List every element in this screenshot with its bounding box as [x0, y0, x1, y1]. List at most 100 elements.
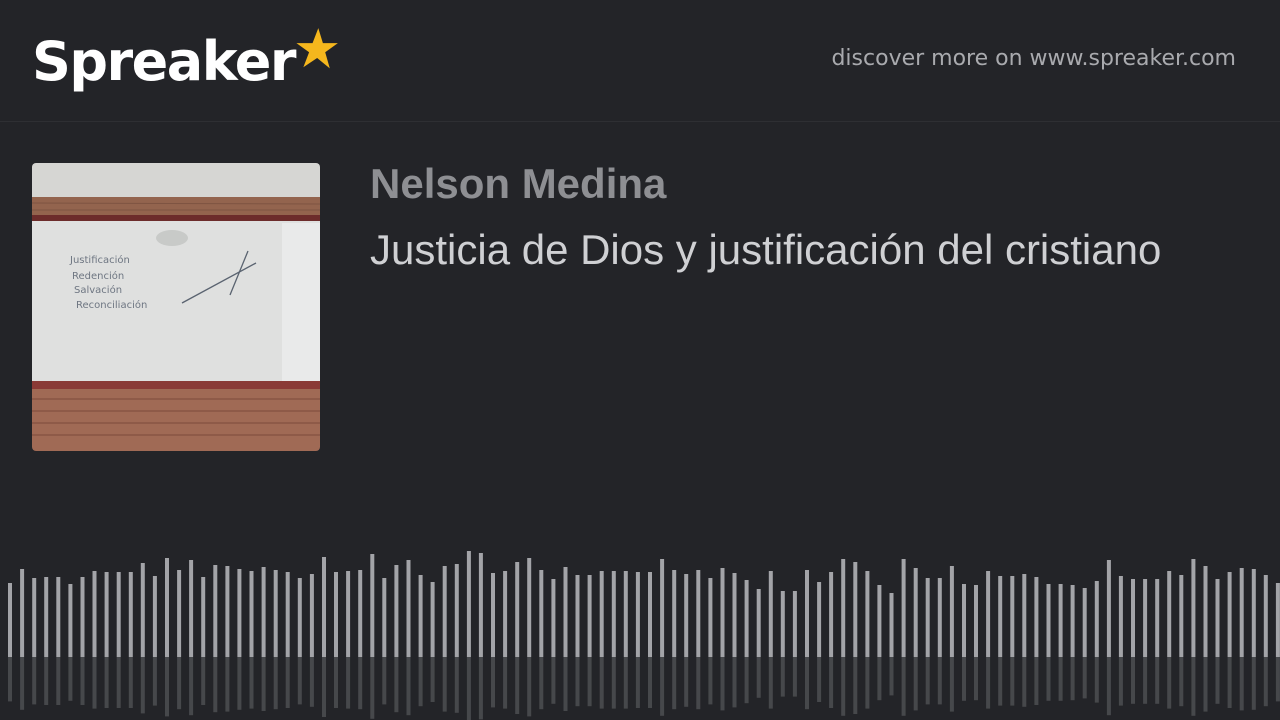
waveform-bar: [370, 554, 375, 657]
waveform-bar-reflection: [962, 657, 966, 701]
waveform-bar-reflection: [382, 657, 387, 705]
waveform-bar-reflection: [998, 657, 1003, 706]
waveform-bar: [768, 571, 773, 657]
waveform-bar-reflection: [56, 657, 61, 705]
waveform-bar: [937, 578, 942, 657]
waveform-bar: [80, 577, 85, 657]
waveform-bar: [454, 564, 459, 657]
waveform-bar-reflection: [297, 657, 302, 705]
waveform-bar-reflection: [829, 657, 834, 708]
waveform-bar-reflection: [756, 657, 761, 698]
waveform-bar: [1239, 568, 1244, 657]
waveform-bar: [418, 575, 423, 657]
waveform-bar: [901, 559, 906, 657]
waveform-bar: [817, 582, 822, 657]
logo-wordmark: Spreaker: [32, 30, 296, 93]
waveform-bar: [744, 580, 749, 657]
spreaker-logo[interactable]: Spreaker: [32, 22, 339, 102]
waveform-bar-reflection: [1215, 657, 1220, 704]
waveform-bar-reflection: [648, 657, 652, 708]
waveform-bar: [635, 572, 640, 657]
waveform-bar-reflection: [913, 657, 918, 711]
waveform-bar: [346, 571, 351, 657]
waveform-bar: [406, 560, 411, 657]
waveform-bar-reflection: [720, 657, 725, 711]
waveform-bar-reflection: [177, 657, 182, 710]
waveform-bar-reflection: [949, 657, 954, 712]
waveform-bar: [1106, 560, 1111, 657]
waveform-bar-reflection: [599, 657, 604, 709]
waveform-bar-reflection: [1022, 657, 1027, 707]
waveform-bar: [841, 559, 846, 657]
waveform-bar: [756, 589, 761, 657]
waveform-bar-reflection: [684, 657, 689, 707]
discover-more-link[interactable]: discover more on www.spreaker.com: [831, 46, 1236, 71]
waveform-bar-reflection: [877, 657, 882, 701]
waveform-bar: [394, 565, 399, 657]
waveform-bar-reflection: [454, 657, 459, 713]
waveform-bar-reflection: [466, 657, 471, 720]
waveform-bar: [720, 568, 725, 657]
waveform-bar-reflection: [261, 657, 266, 711]
waveform-bar: [213, 565, 218, 657]
waveform-bar-reflection: [128, 657, 133, 708]
waveform-bar-reflection: [309, 657, 314, 707]
waveform-bar-reflection: [44, 657, 49, 705]
waveform-bar: [599, 571, 604, 657]
waveform-bar-reflection: [418, 657, 423, 707]
episode-title[interactable]: Justicia de Dios y justificación del cri…: [370, 220, 1190, 279]
audio-waveform[interactable]: [0, 500, 1280, 720]
waveform-bar: [925, 578, 930, 657]
waveform-bar-reflection: [116, 657, 121, 708]
waveform-bar: [1022, 574, 1027, 657]
waveform-bar-reflection: [273, 657, 278, 710]
waveform-bar: [466, 551, 471, 657]
waveform-bar-reflection: [1143, 657, 1148, 704]
waveform-bar-reflection: [1263, 657, 1268, 707]
waveform-bar-reflection: [611, 657, 616, 709]
waveform-bar-reflection: [937, 657, 942, 705]
waveform-bar-reflection: [1094, 657, 1099, 703]
waveform-bar-reflection: [660, 657, 665, 716]
waveform-bar: [853, 562, 858, 657]
waveform-bar: [913, 568, 918, 657]
waveform-bar: [1251, 569, 1256, 657]
waveform-bar-reflection: [780, 657, 785, 697]
waveform-bar-reflection: [478, 657, 483, 720]
waveform-bar-reflection: [165, 657, 169, 717]
waveform-bar: [527, 558, 532, 657]
episode-author[interactable]: Nelson Medina: [370, 160, 666, 208]
waveform-bar: [696, 570, 701, 657]
waveform-bar-reflection: [889, 657, 894, 696]
waveform-bar-reflection: [805, 657, 809, 710]
waveform-bar: [829, 572, 834, 657]
waveform-bar-reflection: [539, 657, 544, 710]
waveform-bar: [56, 577, 61, 657]
waveform-bar: [684, 574, 689, 657]
waveform-bar: [732, 573, 737, 657]
waveform-bar-reflection: [1106, 657, 1111, 716]
waveform-bar: [8, 583, 12, 657]
waveform-bar: [189, 560, 194, 657]
waveform-bar-reflection: [744, 657, 749, 704]
waveform-bar-reflection: [152, 657, 157, 706]
waveform-bar-reflection: [986, 657, 991, 709]
waveform-bar-reflection: [1131, 657, 1135, 704]
waveform-bar-reflection: [68, 657, 73, 701]
waveform-bar: [201, 577, 206, 657]
waveform-bar: [1203, 566, 1208, 657]
waveform-bar-reflection: [635, 657, 640, 708]
waveform-bar-reflection: [491, 657, 495, 708]
waveform-bar-reflection: [1058, 657, 1063, 701]
waveform-bar: [805, 570, 809, 657]
waveform-bar-reflection: [285, 657, 290, 708]
waveform-bar: [660, 559, 665, 657]
waveform-bar: [1058, 584, 1063, 657]
waveform-bar-reflection: [974, 657, 978, 701]
waveform-bar: [225, 566, 230, 657]
waveform-bar: [177, 570, 182, 657]
waveform-bar-reflection: [901, 657, 906, 716]
waveform-bar: [974, 585, 978, 657]
waveform-bar-reflection: [672, 657, 677, 710]
waveform-bar: [1118, 576, 1123, 657]
